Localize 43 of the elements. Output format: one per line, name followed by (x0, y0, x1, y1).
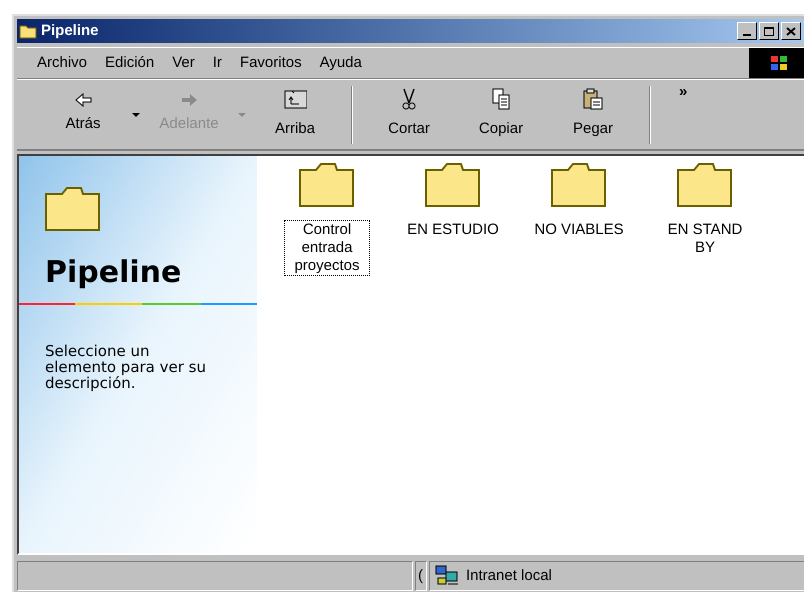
minimize-button[interactable] (737, 22, 757, 40)
folder-item[interactable]: Control entrada proyectos (264, 162, 390, 276)
folder-label: NO VIABLES (533, 220, 625, 240)
status-count: ( (417, 566, 423, 586)
folder-icon (551, 162, 607, 208)
cut-button[interactable]: Cortar (363, 84, 455, 146)
maximize-button[interactable] (759, 22, 779, 40)
folder-item[interactable]: EN STAND BY (642, 162, 768, 258)
folder-label: EN STAND BY (666, 220, 744, 258)
menu-item[interactable]: Ir (206, 52, 228, 74)
left-arrow-icon (74, 93, 92, 108)
folder-icon (45, 186, 101, 232)
paste-button[interactable]: Pegar (547, 84, 639, 146)
folder-icon (19, 23, 37, 39)
caret-icon (132, 112, 140, 116)
back-button[interactable]: Atrás (37, 84, 129, 146)
close-icon (786, 26, 796, 36)
right-arrow-icon (180, 93, 198, 108)
menu-item[interactable]: Archivo (31, 52, 94, 74)
close-button[interactable] (781, 22, 801, 40)
status-zone: Intranet local (466, 566, 552, 586)
minimize-icon (743, 34, 751, 36)
more-button[interactable]: » (679, 84, 688, 99)
folder-icon (299, 162, 355, 208)
caret-icon (238, 112, 246, 116)
copy-button[interactable]: Copiar (455, 84, 547, 146)
menu-item[interactable]: Edición (99, 52, 160, 74)
clipboard-icon (581, 88, 605, 112)
windows-logo-icon (749, 48, 804, 78)
folder-item[interactable]: EN ESTUDIO (390, 162, 516, 240)
panel-description: Seleccione un elemento para ver su descripción. (45, 343, 208, 391)
maximize-icon (764, 26, 774, 36)
folder-icon (677, 162, 733, 208)
panel-title: Pipeline (45, 254, 182, 292)
window-title: Pipeline (41, 20, 100, 41)
folder-item[interactable]: NO VIABLES (516, 162, 642, 240)
menu-item[interactable]: Favoritos (234, 52, 308, 74)
folder-label: EN ESTUDIO (406, 220, 500, 240)
folder-icon (425, 162, 481, 208)
up-button[interactable]: Arriba (249, 84, 341, 146)
folder-label: Control entrada proyectos (284, 220, 370, 276)
menu-item[interactable]: Ver (166, 52, 201, 74)
menu-item[interactable]: Ayuda (314, 52, 368, 74)
